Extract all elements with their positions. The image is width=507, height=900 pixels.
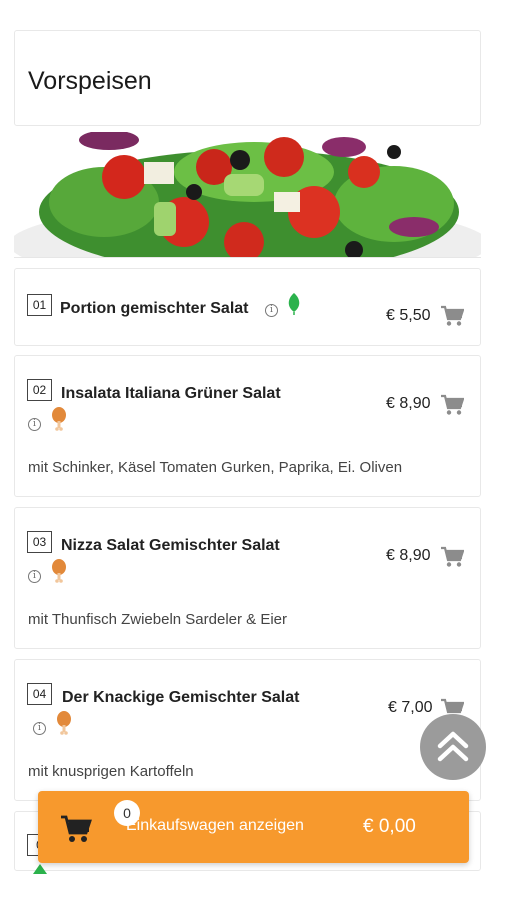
shopping-cart-icon xyxy=(61,815,92,842)
item-name: Portion gemischter Salat xyxy=(60,300,249,317)
item-price: € 8,90 xyxy=(386,395,431,412)
menu-item-01[interactable]: 01 Portion gemischter Salat i € 5,50 xyxy=(14,268,481,346)
double-chevron-up-icon xyxy=(437,731,469,762)
item-number: 04 xyxy=(27,683,52,705)
item-number: 03 xyxy=(27,531,52,553)
info-icon[interactable]: i xyxy=(28,570,41,583)
view-cart-button[interactable]: 0 Einkaufswagen anzeigen € 0,00 xyxy=(38,791,469,863)
menu-item-02[interactable]: 02 Insalata Italiana Grüner Salat i € 8,… xyxy=(14,355,481,497)
item-description: mit Schinker, Käsel Tomaten Gurken, Papr… xyxy=(28,459,403,476)
info-icon[interactable]: i xyxy=(265,304,278,317)
add-to-cart-icon[interactable] xyxy=(440,394,464,416)
item-price: € 7,00 xyxy=(388,699,433,716)
cart-label: Einkaufswagen anzeigen xyxy=(126,817,304,834)
item-name: Der Knackige Gemischter Salat xyxy=(62,689,300,706)
item-price: € 5,50 xyxy=(386,307,431,324)
item-name: Nizza Salat Gemischter Salat xyxy=(61,537,280,554)
item-number: 01 xyxy=(27,294,52,316)
leaf-icon xyxy=(288,293,300,315)
info-icon[interactable]: i xyxy=(28,418,41,431)
category-image xyxy=(14,132,481,258)
category-title: Vorspeisen xyxy=(28,67,152,95)
menu-item-03[interactable]: 03 Nizza Salat Gemischter Salat i € 8,90… xyxy=(14,507,481,649)
add-to-cart-icon[interactable] xyxy=(440,546,464,568)
item-description: mit Thunfisch Zwiebeln Sardeler & Eier xyxy=(28,611,287,628)
menu-item-04[interactable]: 04 Der Knackige Gemischter Salat i € 7,0… xyxy=(14,659,481,801)
category-header: Vorspeisen xyxy=(14,30,481,126)
info-icon[interactable]: i xyxy=(33,722,46,735)
chicken-leg-icon xyxy=(57,711,71,735)
scroll-to-top-button[interactable] xyxy=(420,714,486,780)
leaf-icon xyxy=(33,864,47,874)
item-number: 02 xyxy=(27,379,52,401)
item-name: Insalata Italiana Grüner Salat xyxy=(61,385,281,402)
cart-total: € 0,00 xyxy=(363,816,416,837)
item-price: € 8,90 xyxy=(386,547,431,564)
chicken-leg-icon xyxy=(52,407,66,431)
add-to-cart-icon[interactable] xyxy=(440,305,464,327)
item-description: mit knusprigen Kartoffeln xyxy=(28,763,194,780)
chicken-leg-icon xyxy=(52,559,66,583)
